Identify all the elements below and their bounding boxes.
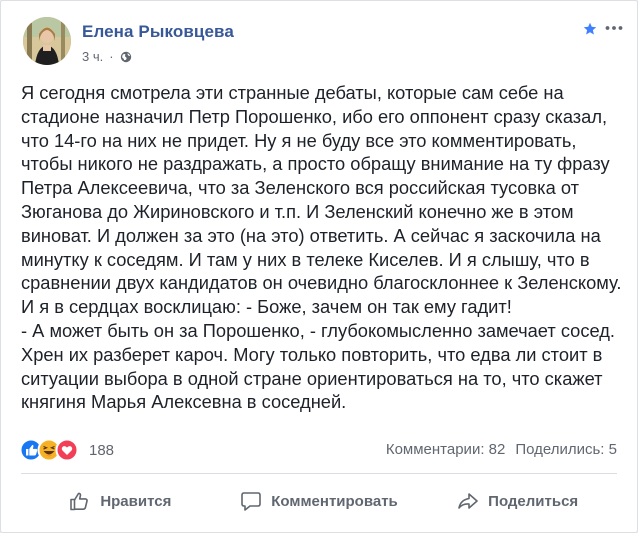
thumbs-up-icon	[70, 492, 89, 511]
meta-separator: ·	[109, 49, 114, 64]
star-icon[interactable]	[583, 22, 597, 36]
chevron-down-icon[interactable]	[605, 23, 623, 33]
post-timestamp[interactable]: 3 ч.	[82, 49, 103, 64]
actions-divider	[21, 473, 617, 474]
engagement-stats: Комментарии: 82 Поделились: 5	[386, 441, 617, 458]
post-paragraph: - А может быть он за Порошенко, - глубок…	[21, 319, 615, 413]
reaction-count: 188	[89, 441, 115, 459]
post-paragraph: Я сегодня смотрела эти странные дебаты, …	[21, 82, 622, 318]
shares-count[interactable]: Поделились: 5	[515, 441, 617, 458]
reactions-summary[interactable]: 188	[19, 438, 114, 462]
share-arrow-icon	[458, 493, 478, 509]
share-button[interactable]: Поделиться	[418, 481, 617, 521]
comment-label: Комментировать	[271, 492, 398, 510]
comments-count[interactable]: Комментарии: 82	[386, 441, 506, 458]
avatar[interactable]	[23, 17, 71, 65]
post-meta: 3 ч. ·	[82, 49, 132, 64]
globe-icon[interactable]	[120, 51, 132, 63]
post-card: Елена Рыковцева 3 ч. · Я сегодня смотрел…	[0, 0, 638, 533]
comment-icon	[241, 492, 262, 511]
avatar-photo	[23, 17, 71, 65]
author-name[interactable]: Елена Рыковцева	[82, 22, 234, 42]
post-actions: Нравится Комментировать Поделиться	[21, 479, 617, 523]
share-label: Поделиться	[488, 492, 579, 510]
love-reaction-icon	[55, 438, 79, 462]
comment-button[interactable]: Комментировать	[220, 481, 419, 521]
like-label: Нравится	[100, 492, 172, 510]
post-body: Я сегодня смотрела эти странные дебаты, …	[21, 81, 625, 414]
like-button[interactable]: Нравится	[21, 481, 220, 521]
reaction-icons	[19, 438, 79, 462]
